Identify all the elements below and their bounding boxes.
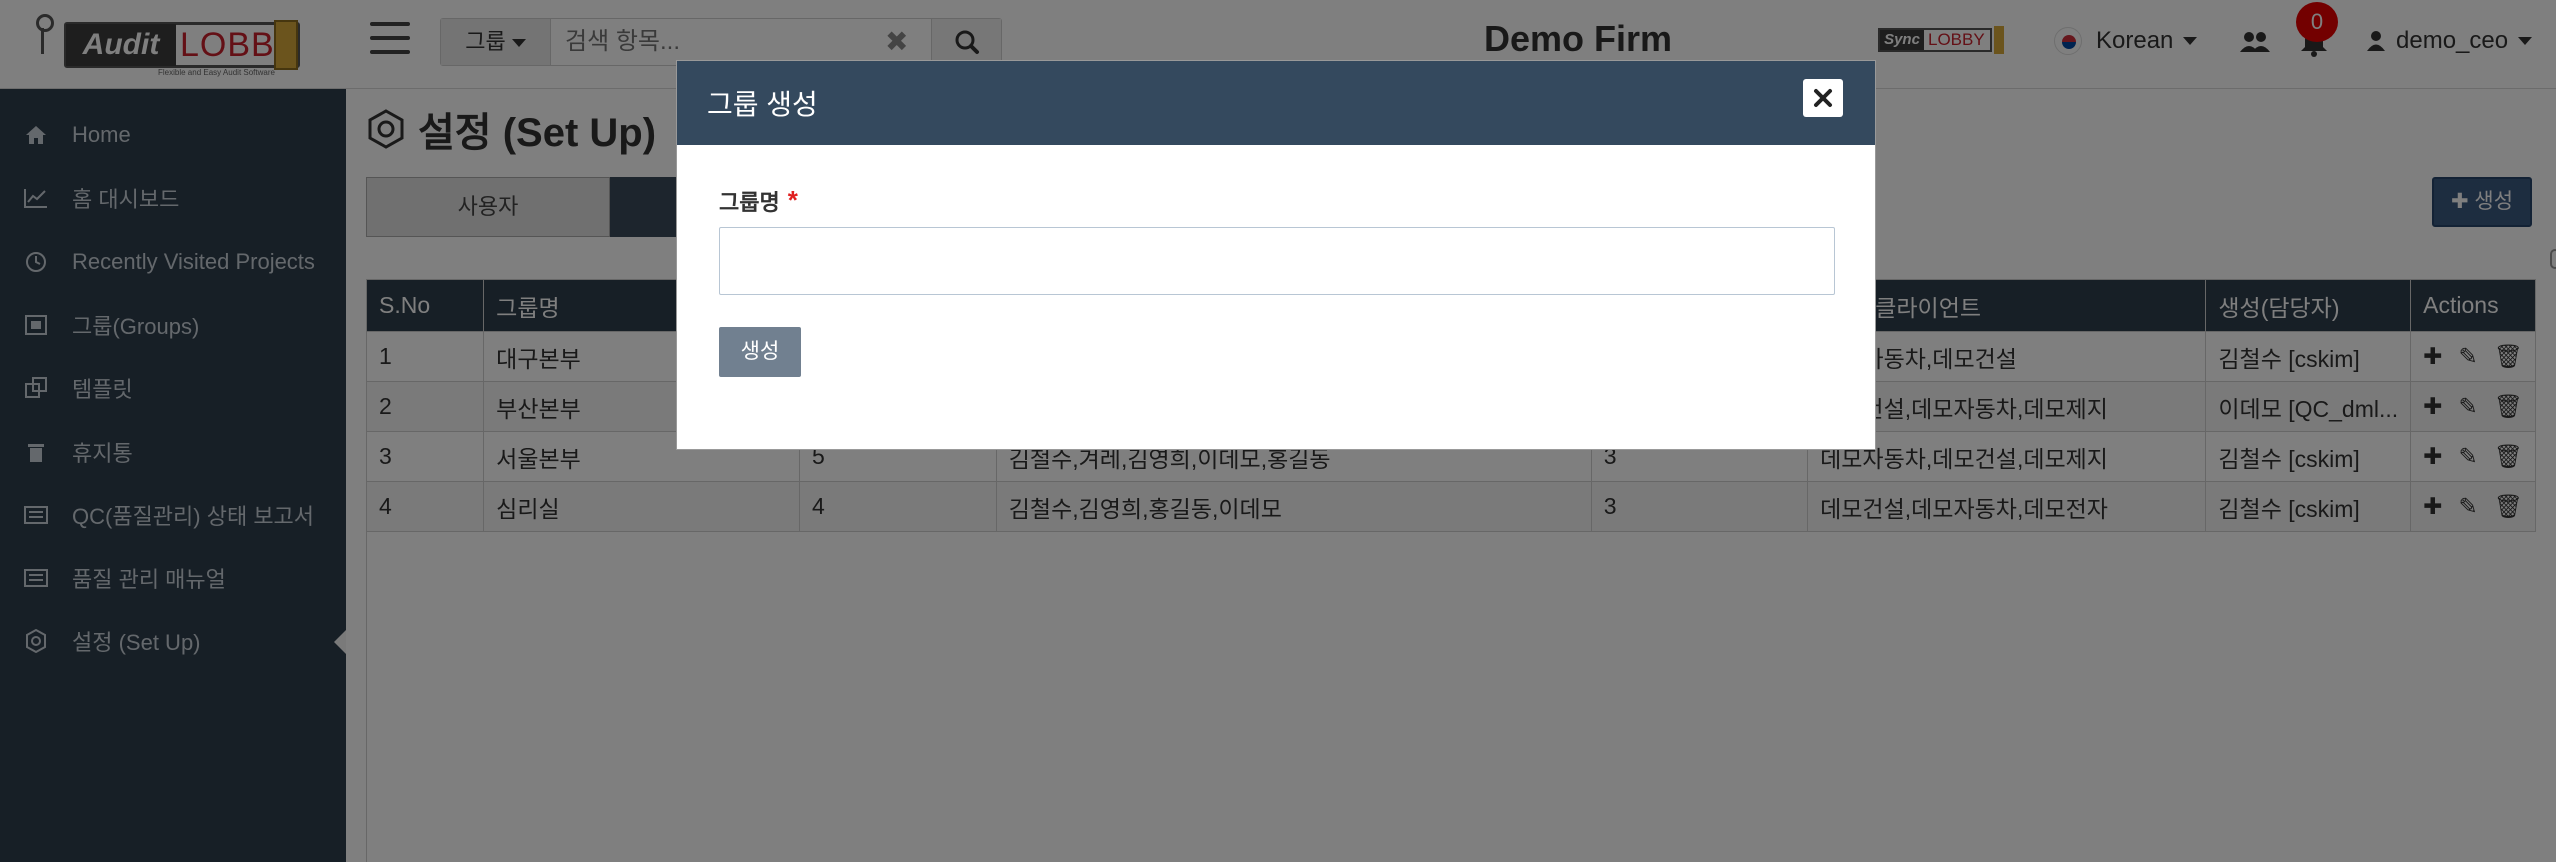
- required-mark: *: [787, 185, 798, 215]
- group-name-input[interactable]: [719, 227, 1835, 295]
- group-name-label: 그룹명 *: [719, 185, 798, 217]
- modal-header: 그룹 생성: [677, 61, 1875, 145]
- submit-create-button[interactable]: 생성: [719, 327, 801, 377]
- create-group-modal: 그룹 생성 그룹명 * 생성: [676, 60, 1876, 450]
- modal-title: 그룹 생성: [707, 89, 818, 120]
- close-icon: [1814, 89, 1832, 107]
- close-button[interactable]: [1803, 79, 1843, 117]
- group-name-label-text: 그룹명: [719, 190, 780, 215]
